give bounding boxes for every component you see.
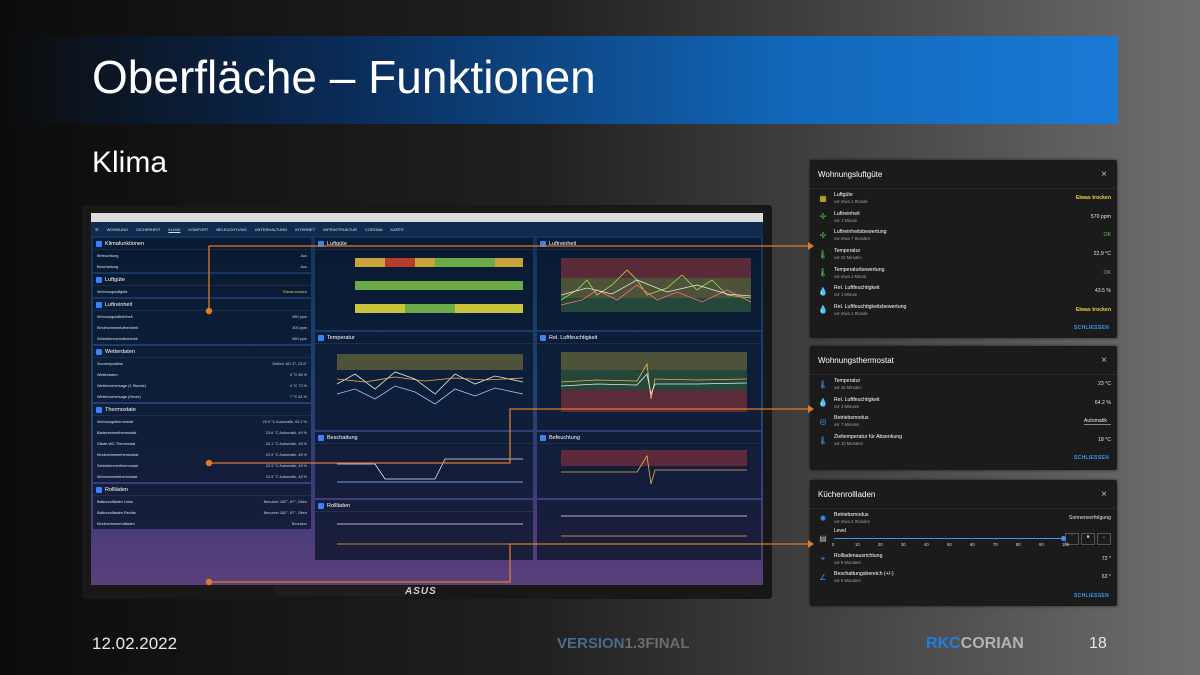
brand-prefix: RKC: [926, 635, 961, 652]
version-number: 1.3FINAL: [624, 635, 690, 652]
footer-version: VERSION1.3FINAL: [557, 635, 690, 652]
connector-dot: [205, 578, 213, 586]
brand-suffix: CORIAN: [960, 635, 1024, 652]
version-prefix: VERSION: [557, 635, 625, 652]
connector-arrow: [808, 242, 814, 250]
footer-date: 12.02.2022: [92, 634, 178, 653]
page-number: 18: [1089, 635, 1107, 652]
footer-brand: RKCCORIAN: [926, 635, 1024, 653]
connector-arrow: [808, 405, 814, 413]
connector-arrow: [808, 540, 814, 548]
connector-thermostat: [209, 408, 808, 464]
connector-dot: [205, 307, 213, 315]
connector-lines: [205, 242, 814, 586]
connector-dot: [205, 459, 213, 467]
connector-rollladen: [209, 543, 808, 583]
connector-luftguete: [208, 245, 808, 311]
